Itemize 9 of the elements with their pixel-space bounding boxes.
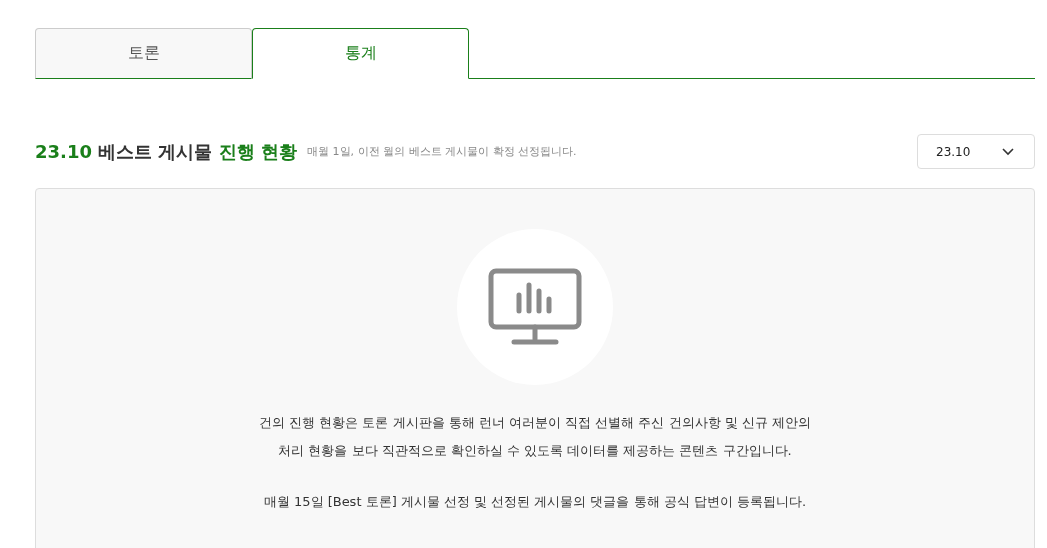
chevron-down-icon xyxy=(1002,147,1014,156)
section-title: 23.10 베스트 게시물 진행 현황 xyxy=(35,139,298,164)
tab[interactable]: 통계 xyxy=(252,28,469,79)
month-select[interactable]: 23.10 xyxy=(917,134,1035,169)
info-text: 매월 15일 [Best 토론] 게시물 선정 및 선정된 게시물의 댓글을 통해 공식 답변이 등록됩니다. xyxy=(263,493,807,511)
section-note: 매월 1일, 이전 월의 베스트 게시물이 확정 선정됩니다. xyxy=(307,144,577,159)
info-text: 건의 진행 현황은 토론 게시판을 통해 런너 여러분이 직접 선별해 주신 건의사항 및 신규 제안의 처리 현황을 보다 직관적으로 확인하실 수 있도록 데이터를 제공하는 콘텐츠 구간입니다. xyxy=(259,414,811,460)
monitor-chart-icon xyxy=(488,268,582,346)
tab[interactable]: 토론 xyxy=(35,28,252,79)
